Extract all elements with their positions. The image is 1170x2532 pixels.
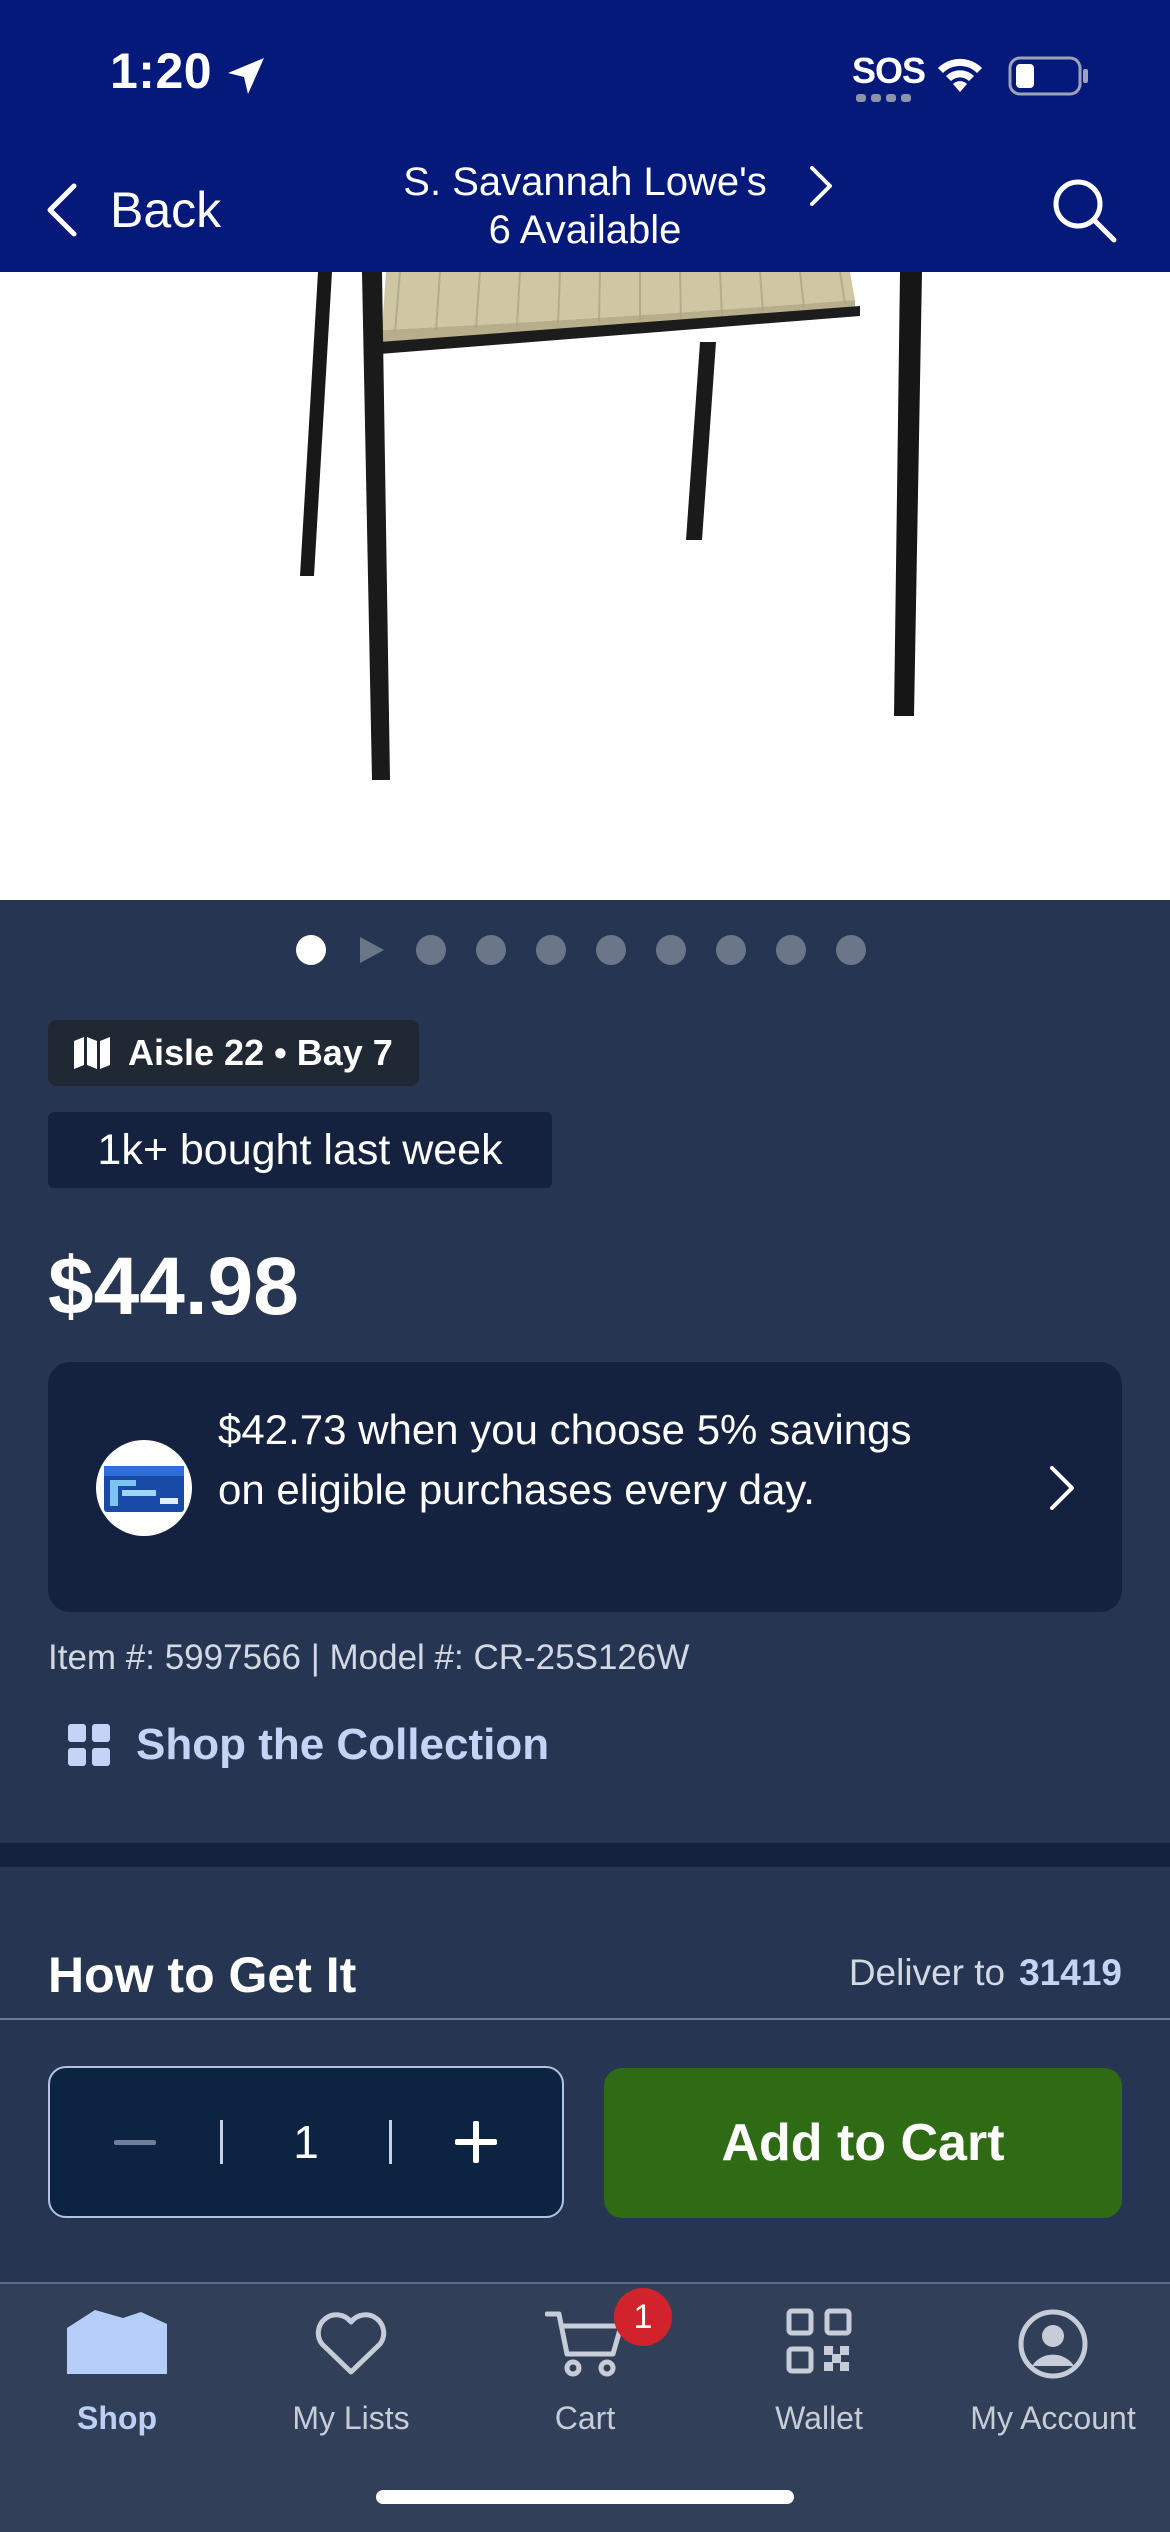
chevron-right-icon [810, 166, 832, 206]
tab-my-lists[interactable]: My Lists [234, 2284, 468, 2454]
plus-icon[interactable] [392, 2068, 562, 2216]
section-divider [0, 1843, 1170, 1867]
carousel-dot[interactable] [656, 935, 686, 965]
status-time: 1:20 [110, 43, 213, 99]
how-to-get-it-title: How to Get It [48, 1947, 357, 2003]
sticky-bar-divider [0, 2018, 1170, 2020]
store-selector[interactable]: S. Savannah Lowe's 6 Available [340, 158, 832, 254]
store-availability: 6 Available [488, 208, 682, 252]
product-image[interactable] [0, 272, 1170, 900]
carousel-dot[interactable] [596, 935, 626, 965]
carousel-dots[interactable] [296, 930, 866, 970]
chevron-right-icon [1050, 1466, 1074, 1510]
qr-code-icon [786, 2308, 852, 2374]
search-icon[interactable] [1048, 174, 1120, 246]
tab-my-account[interactable]: My Account [936, 2284, 1170, 2454]
carousel-dot[interactable] [836, 935, 866, 965]
add-to-cart-button[interactable]: Add to Cart [604, 2068, 1122, 2218]
quantity-value[interactable]: 1 [223, 2068, 389, 2216]
delivery-zip: 31419 [1019, 1952, 1122, 1993]
product-price: $44.98 [48, 1241, 299, 1332]
cart-count-badge: 1 [614, 2288, 672, 2346]
carousel-dot[interactable] [776, 935, 806, 965]
carousel-dot[interactable] [416, 935, 446, 965]
status-sos: SOS [852, 50, 926, 91]
tab-shop[interactable]: Shop [0, 2284, 234, 2454]
chevron-left-icon [47, 183, 77, 237]
shop-collection-label: Shop the Collection [136, 1720, 550, 1769]
minus-icon[interactable] [50, 2068, 220, 2216]
shop-collection-link[interactable]: Shop the Collection [66, 1720, 549, 1770]
battery-icon [1008, 56, 1088, 96]
aisle-location-badge[interactable]: Aisle 22 • Bay 7 [48, 1020, 419, 1086]
map-icon [74, 1037, 110, 1069]
grid-icon [68, 1724, 110, 1766]
deliver-to-label: Deliver to [848, 1952, 1006, 1993]
quantity-stepper[interactable]: 1 [48, 2066, 564, 2218]
carousel-dot[interactable] [476, 935, 506, 965]
carousel-dot[interactable] [536, 935, 566, 965]
home-icon [67, 2310, 167, 2374]
carousel-dot[interactable] [296, 935, 326, 965]
heart-icon [315, 2312, 387, 2375]
savings-offer-card[interactable]: $42.73 when you choose 5% savings on eli… [48, 1362, 1122, 1612]
item-model-number: Item #: 5997566 | Model #: CR-25S126W [48, 1638, 690, 1677]
wifi-icon [938, 58, 982, 92]
tab-label: My Account [970, 2400, 1136, 2436]
location-arrow-icon [228, 58, 264, 94]
tab-wallet[interactable]: Wallet [702, 2284, 936, 2454]
carousel-dot[interactable] [716, 935, 746, 965]
cart-icon [545, 2311, 624, 2377]
tab-label: Wallet [775, 2400, 863, 2436]
tab-label: Shop [77, 2400, 157, 2436]
back-label: Back [110, 182, 222, 238]
tab-label: My Lists [292, 2400, 410, 2436]
home-indicator [376, 2490, 794, 2504]
chair-image [300, 272, 922, 780]
store-name: S. Savannah Lowe's [403, 160, 767, 204]
tab-label: Cart [554, 2400, 616, 2436]
aisle-location-text: Aisle 22 • Bay 7 [128, 1032, 393, 1073]
credit-card-icon [96, 1440, 192, 1536]
back-button[interactable]: Back [44, 175, 221, 245]
deliver-to-zip-link[interactable]: Deliver to 31419 [849, 1952, 1122, 1994]
account-icon [1018, 2309, 1088, 2379]
savings-offer-text: $42.73 when you choose 5% savings on eli… [218, 1406, 912, 1513]
signal-dots-icon [856, 94, 911, 102]
video-play-icon[interactable] [356, 935, 386, 965]
social-proof-badge: 1k+ bought last week [48, 1112, 552, 1188]
